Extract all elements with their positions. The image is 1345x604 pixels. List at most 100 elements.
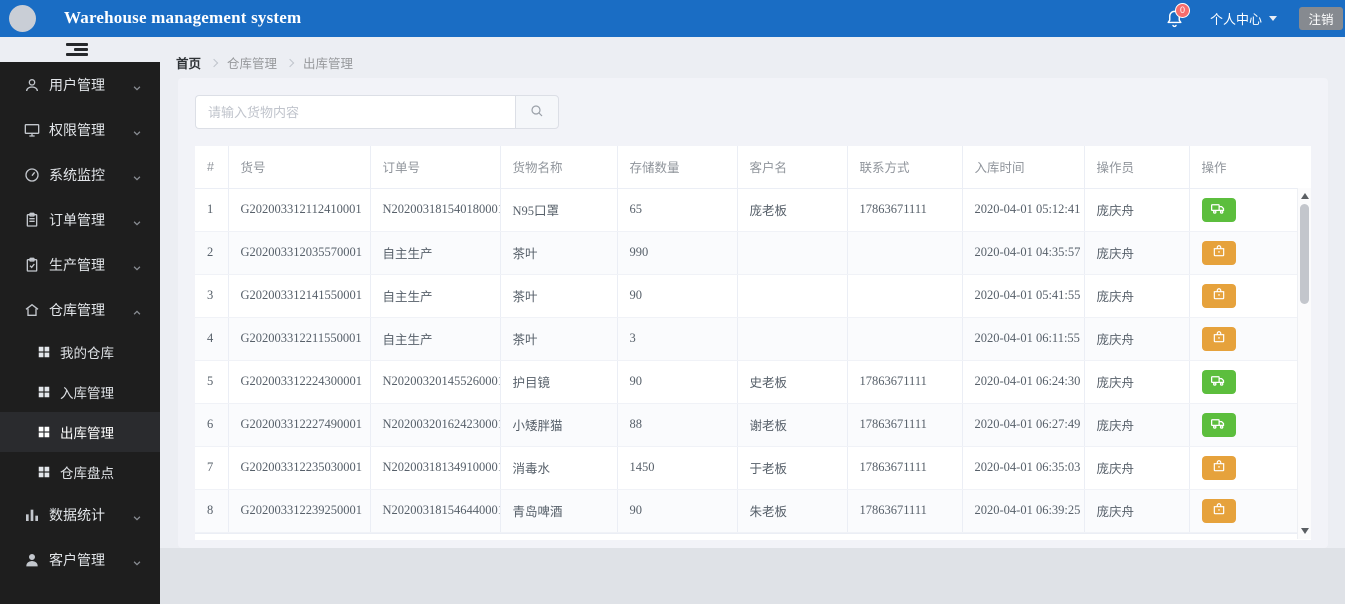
ship-out-button[interactable]	[1201, 412, 1236, 437]
avatar[interactable]	[9, 5, 36, 32]
sidebar-subitem-label: 出库管理	[60, 426, 114, 441]
cell-actions	[1189, 274, 1297, 318]
pack-button[interactable]	[1201, 240, 1236, 265]
chevron-down-icon	[1269, 16, 1277, 21]
cell-goods-no: G202003312112410001	[228, 188, 371, 232]
cell-phone: 17863671111	[847, 403, 963, 447]
chevron-right-icon	[285, 58, 295, 67]
chevron-down-icon	[132, 510, 142, 526]
sidebar-item-label: 生产管理	[49, 256, 105, 273]
pack-button[interactable]	[1201, 498, 1236, 523]
cell-goods-no: G202003312235030001	[228, 446, 371, 490]
cell-order-no: 自主生产	[370, 274, 501, 318]
cell-phone	[847, 274, 963, 318]
cell-goods-no: G202003312224300001	[228, 360, 371, 404]
cell-qty: 3	[617, 317, 738, 361]
cell-actions	[1189, 188, 1297, 232]
table-row: 1 G202003312112410001 N20200318154018000…	[195, 188, 1297, 232]
chevron-up-icon	[132, 305, 142, 321]
sidebar-item-permissions[interactable]: 权限管理	[0, 107, 160, 152]
ship-out-button[interactable]	[1201, 369, 1236, 394]
sidebar-item-outbound[interactable]: 出库管理	[0, 412, 160, 452]
pack-button[interactable]	[1201, 283, 1236, 308]
sidebar-item-users[interactable]: 用户管理	[0, 62, 160, 107]
scroll-up-icon[interactable]	[1301, 193, 1309, 199]
user-menu[interactable]: 个人中心	[1210, 9, 1277, 28]
table-row: 7 G202003312235030001 N20200318134910000…	[195, 446, 1297, 490]
sidebar-item-stocktake[interactable]: 仓库盘点	[0, 452, 160, 492]
cell-phone: 17863671111	[847, 446, 963, 490]
cell-index: 7	[195, 446, 229, 490]
cell-goods-name: 茶叶	[500, 317, 618, 361]
cell-operator: 庞庆舟	[1084, 446, 1190, 490]
customer-icon	[24, 552, 40, 568]
table-row: 2 G202003312035570001 自主生产 茶叶 990 2020-0…	[195, 231, 1297, 275]
breadcrumb: 首页 仓库管理 出库管理	[176, 53, 353, 72]
table-row: 8 G202003312239250001 N20200318154644000…	[195, 489, 1297, 533]
search-button[interactable]	[515, 95, 559, 129]
sidebar-subitem-label: 仓库盘点	[60, 466, 114, 481]
app-header: Warehouse management system 0 个人中心 注销	[0, 0, 1345, 37]
scrollbar-thumb[interactable]	[1300, 204, 1309, 304]
outbound-table: # 货号 订单号 货物名称 存储数量 客户名 联系方式 入库时间 操作员 操作	[195, 146, 1311, 540]
cell-inbound-time: 2020-04-01 06:24:30	[962, 360, 1085, 404]
cell-phone	[847, 231, 963, 275]
breadcrumb-warehouse[interactable]: 仓库管理	[227, 53, 277, 72]
ship-out-button[interactable]	[1201, 197, 1236, 222]
pack-button[interactable]	[1201, 326, 1236, 351]
cell-customer: 史老板	[737, 360, 848, 404]
breadcrumb-home[interactable]: 首页	[176, 53, 201, 72]
cell-phone	[847, 317, 963, 361]
sidebar-item-customers[interactable]: 客户管理	[0, 537, 160, 582]
cell-qty: 90	[617, 274, 738, 318]
sidebar-item-monitoring[interactable]: 系统监控	[0, 152, 160, 197]
sidebar-item-production[interactable]: 生产管理	[0, 242, 160, 287]
cell-customer	[737, 317, 848, 361]
cell-order-no: N202003201455260001	[370, 360, 501, 404]
notifications-button[interactable]: 0	[1165, 3, 1190, 28]
cell-order-no: N202003181540180001	[370, 188, 501, 232]
search-input[interactable]	[195, 95, 515, 129]
cell-index: 2	[195, 231, 229, 275]
cell-actions	[1189, 446, 1297, 490]
cell-order-no: N202003181349100001	[370, 446, 501, 490]
scroll-down-icon[interactable]	[1301, 528, 1309, 534]
table-scrollbar[interactable]	[1297, 188, 1311, 539]
sidebar-item-label: 数据统计	[49, 506, 105, 523]
content-card: # 货号 订单号 货物名称 存储数量 客户名 联系方式 入库时间 操作员 操作	[178, 78, 1328, 548]
col-order-no: 订单号	[370, 146, 501, 189]
package-icon	[1212, 244, 1226, 261]
cell-goods-name: 茶叶	[500, 274, 618, 318]
sidebar-subitem-label: 入库管理	[60, 386, 114, 401]
cell-goods-no: G202003312239250001	[228, 489, 371, 533]
cell-goods-name: 小矮胖猫	[500, 403, 618, 447]
table-row: 3 G202003312141550001 自主生产 茶叶 90 2020-04…	[195, 274, 1297, 318]
sidebar-item-warehouse[interactable]: 仓库管理	[0, 287, 160, 332]
sidebar-collapse-icon[interactable]	[66, 43, 88, 57]
workspace: 首页 仓库管理 出库管理 用户管理 权限管理 系统监控 订单管理 生产管理 仓库…	[0, 37, 1345, 604]
sidebar-item-statistics[interactable]: 数据统计	[0, 492, 160, 537]
grid-icon	[37, 345, 51, 359]
sidebar-item-label: 用户管理	[49, 76, 105, 93]
user-menu-label: 个人中心	[1209, 12, 1262, 27]
cell-goods-name: 护目镜	[500, 360, 618, 404]
cell-operator: 庞庆舟	[1084, 231, 1190, 275]
sidebar-item-my-warehouse[interactable]: 我的仓库	[0, 332, 160, 372]
pack-button[interactable]	[1201, 455, 1236, 480]
chevron-down-icon	[132, 125, 142, 141]
cell-operator: 庞庆舟	[1084, 188, 1190, 232]
cell-goods-name: 茶叶	[500, 231, 618, 275]
table-row: 6 G202003312227490001 N20200320162423000…	[195, 403, 1297, 447]
cell-operator: 庞庆舟	[1084, 489, 1190, 533]
cell-qty: 90	[617, 489, 738, 533]
logout-button[interactable]: 注销	[1299, 7, 1343, 30]
sidebar-item-label: 系统监控	[49, 166, 105, 183]
cell-goods-no: G202003312211550001	[228, 317, 371, 361]
truck-icon	[1211, 373, 1226, 391]
col-index: #	[195, 146, 229, 189]
cell-index: 6	[195, 403, 229, 447]
sidebar-item-inbound[interactable]: 入库管理	[0, 372, 160, 412]
cell-phone: 17863671111	[847, 188, 963, 232]
sidebar-item-orders[interactable]: 订单管理	[0, 197, 160, 242]
col-customer: 客户名	[737, 146, 848, 189]
